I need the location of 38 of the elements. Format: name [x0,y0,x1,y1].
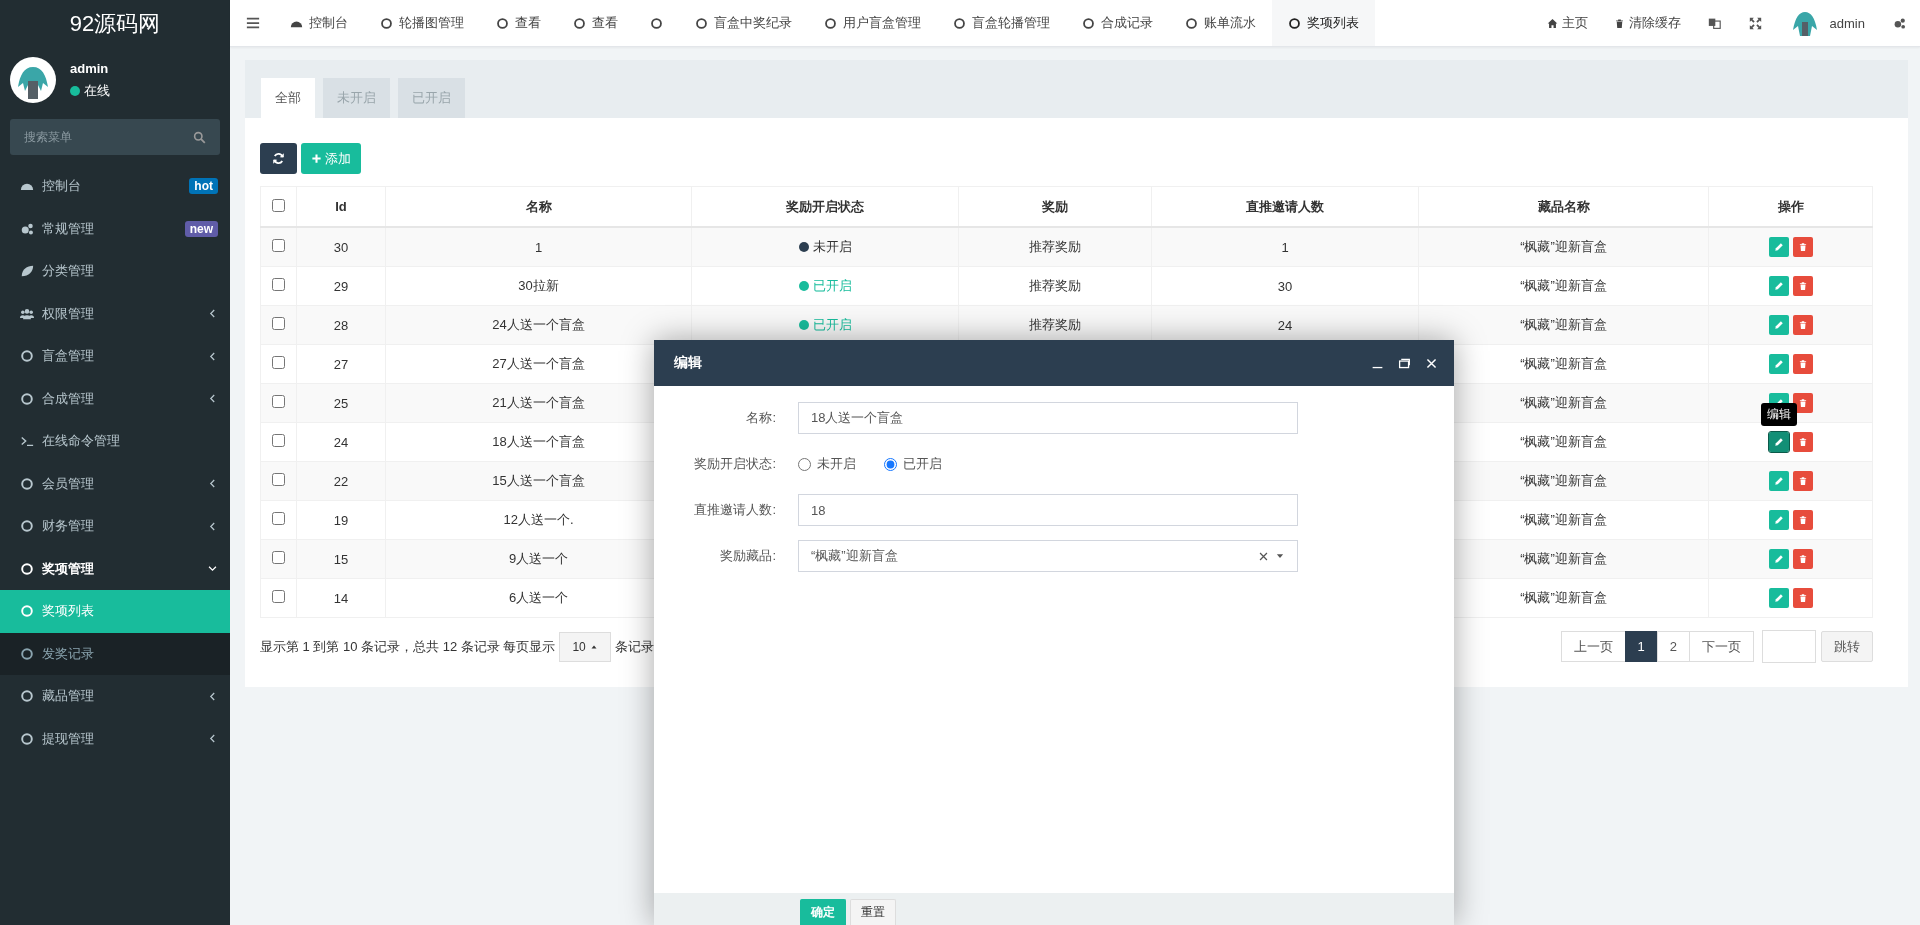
user-status: 在线 [84,81,110,100]
table-cell: 24人送一个盲盒 [385,305,692,345]
table-cell: 1 [385,227,692,267]
table-cell: “枫藏”迎新盲盒 [1418,227,1709,267]
table-cell: 24 [1277,317,1293,333]
table-cell: 30拉新 [385,266,692,306]
table-cell: 28 [296,305,386,345]
table-cell: 25 [296,383,386,423]
table-cell: 1 [1281,239,1289,255]
menu-badge: new [184,220,218,237]
table-cell: 22 [296,461,386,501]
status-text: 已开启 [812,277,852,295]
field-label: 奖励藏品: [719,547,776,565]
table-cell: 推荐奖励 [1029,278,1081,293]
status-text: 已开启 [812,316,852,334]
table-cell: “枫藏”迎新盲盒 [1418,305,1709,345]
status-text: 未开启 [812,238,852,256]
radio-label: 未开启 [817,455,856,473]
table-cell: 推荐奖励 [1029,239,1081,254]
table-cell: 19 [296,500,386,540]
field-label: 名称: [745,409,776,427]
tooltip: 编辑 [1760,403,1797,426]
menu-badge: hot [189,178,218,195]
table-cell: “枫藏”迎新盲盒 [1418,266,1709,306]
radio-label: 已开启 [903,455,942,473]
user-name: admin [70,60,110,76]
table-cell: 29 [296,266,386,306]
table-cell: 30 [1277,278,1293,294]
table-cell: 24 [296,422,386,462]
page-summary-suffix: 条记录 [614,637,654,656]
field-label: 奖励开启状态: [693,455,776,473]
table-cell: 27 [296,344,386,384]
table-cell: 15 [296,539,386,579]
table-cell: 14 [296,578,386,618]
field-label: 直推邀请人数: [693,501,776,519]
page-summary: 显示第 1 到第 10 条记录，总共 12 条记录 每页显示 [260,637,556,656]
table-cell: 30 [296,227,386,267]
table-cell: 推荐奖励 [1029,317,1081,332]
